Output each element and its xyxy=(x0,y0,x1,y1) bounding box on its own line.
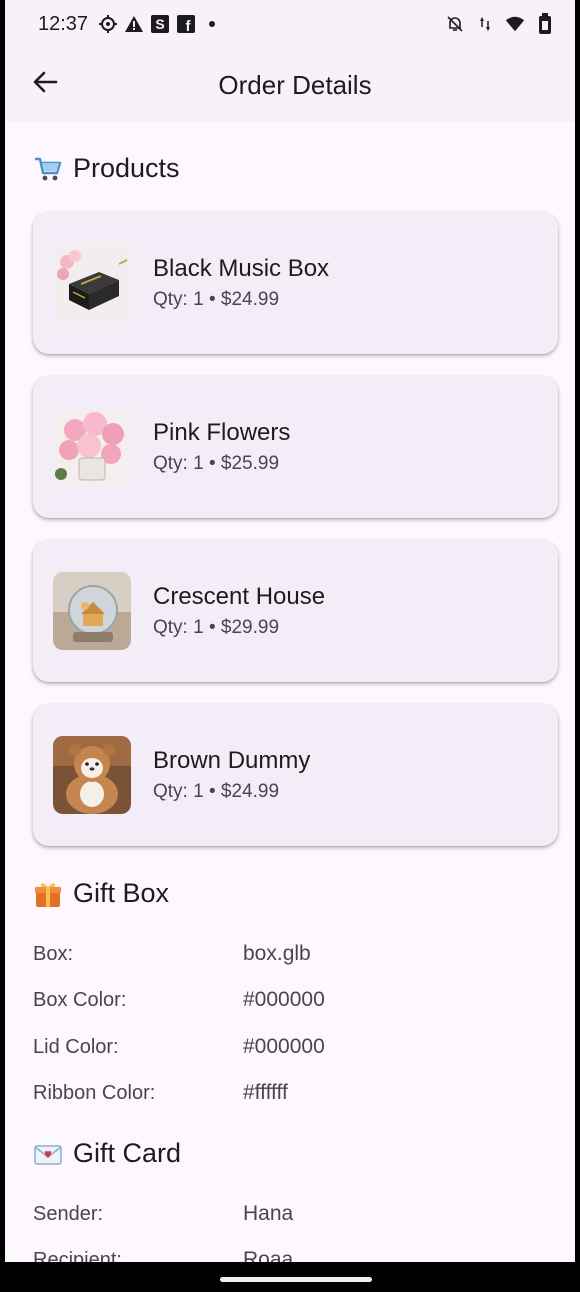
status-bar: 12:37 S f xyxy=(5,0,575,48)
gift-card-section-header: Gift Card xyxy=(5,1138,181,1169)
status-time: 12:37 xyxy=(38,12,89,35)
product-name: Pink Flowers xyxy=(153,419,291,446)
product-name: Black Music Box xyxy=(153,255,330,282)
product-text: Black Music Box Qty: 1 • $24.99 xyxy=(153,255,329,311)
love-letter-icon xyxy=(33,1139,63,1169)
dot-icon xyxy=(202,14,222,34)
gift-icon xyxy=(33,879,63,909)
page-title: Order Details xyxy=(218,69,372,100)
product-image-music-box xyxy=(53,244,131,322)
data-icon xyxy=(475,14,495,34)
warning-icon xyxy=(124,14,144,34)
product-text: Brown Dummy Qty: 1 • $24.99 xyxy=(153,747,310,803)
product-meta: Qty: 1 • $29.99 xyxy=(153,617,280,638)
gift-box-key: Box: xyxy=(33,942,74,965)
gift-box-value: box.glb xyxy=(243,942,311,965)
home-indicator[interactable] xyxy=(220,1277,372,1282)
wifi-icon xyxy=(505,14,525,34)
phone-screen: 12:37 S f Order Details Products Black M… xyxy=(5,0,575,1292)
gift-card-row: Sender: Hana xyxy=(33,1199,553,1229)
gift-box-value: #ffffff xyxy=(243,1081,288,1104)
product-image-brown-dummy xyxy=(53,736,131,814)
status-right xyxy=(445,13,555,34)
battery-icon xyxy=(535,13,555,34)
gift-box-row: Lid Color: #000000 xyxy=(33,1032,553,1062)
product-name: Brown Dummy xyxy=(153,747,311,774)
cart-icon xyxy=(33,153,63,183)
products-section-header: Products xyxy=(5,150,180,186)
gift-box-value: #000000 xyxy=(243,1035,325,1058)
product-name: Crescent House xyxy=(153,583,326,610)
facebook-icon: f xyxy=(176,14,196,34)
product-card[interactable]: Crescent House Qty: 1 • $29.99 xyxy=(33,540,558,682)
arrow-left-icon xyxy=(32,69,58,100)
gift-box-row: Box: box.glb xyxy=(33,939,553,969)
gift-box-key: Ribbon Color: xyxy=(33,1081,156,1104)
product-meta: Qty: 1 • $24.99 xyxy=(153,289,280,310)
app-bar: Order Details xyxy=(5,48,575,122)
product-meta: Qty: 1 • $25.99 xyxy=(153,453,280,474)
product-meta: Qty: 1 • $24.99 xyxy=(153,781,280,802)
svg-text:S: S xyxy=(155,16,164,32)
mute-icon xyxy=(445,14,465,34)
product-image-pink-flowers xyxy=(53,408,131,486)
gift-box-section-header: Gift Box xyxy=(5,878,169,909)
product-card[interactable]: Black Music Box Qty: 1 • $24.99 xyxy=(33,212,558,354)
product-text: Crescent House Qty: 1 • $29.99 xyxy=(153,583,325,639)
gift-box-row: Ribbon Color: #ffffff xyxy=(33,1078,553,1108)
products-heading: Products xyxy=(73,152,180,183)
gift-box-key: Box Color: xyxy=(33,988,127,1011)
gift-box-key: Lid Color: xyxy=(33,1035,119,1058)
gift-card-heading: Gift Card xyxy=(73,1138,182,1168)
s-app-icon: S xyxy=(150,14,170,34)
gift-box-value: #000000 xyxy=(243,988,325,1011)
product-text: Pink Flowers Qty: 1 • $25.99 xyxy=(153,419,290,475)
product-card[interactable]: Pink Flowers Qty: 1 • $25.99 xyxy=(33,376,558,518)
gift-box-row: Box Color: #000000 xyxy=(33,985,553,1015)
product-image-crescent-house xyxy=(53,572,131,650)
status-left: 12:37 S f xyxy=(38,13,222,36)
gift-card-key: Sender: xyxy=(33,1202,104,1225)
gift-box-heading: Gift Box xyxy=(73,878,170,908)
product-card[interactable]: Brown Dummy Qty: 1 • $24.99 xyxy=(33,704,558,846)
gift-card-value: Hana xyxy=(243,1202,294,1225)
settings-icon xyxy=(98,14,118,34)
back-button[interactable] xyxy=(27,66,63,102)
